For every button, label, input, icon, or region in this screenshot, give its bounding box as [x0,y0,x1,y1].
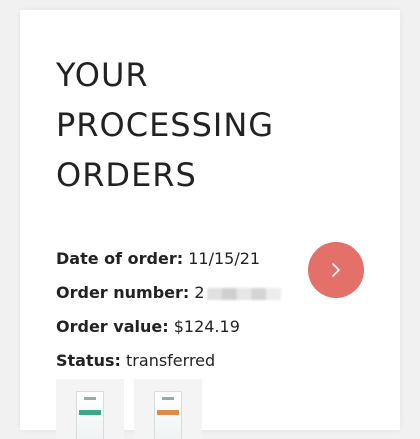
product-box-icon [76,391,104,439]
product-thumbnail-1[interactable] [56,379,124,439]
order-status-label: Status: [56,351,121,370]
order-number-label: Order number: [56,283,190,302]
order-date-label: Date of order: [56,249,184,268]
order-status-row: Status: transferred [56,344,281,378]
order-number-value: 2 [194,283,205,302]
chevron-right-icon [332,263,340,277]
order-value-amount: $124.19 [173,317,240,336]
orders-card: YOUR PROCESSING ORDERS Date of order: 11… [20,10,400,439]
title-line-2: PROCESSING [56,106,275,144]
order-date-value: 11/15/21 [188,249,261,268]
title-line-3: ORDERS [56,156,197,194]
redacted-order-number [206,287,281,300]
product-thumbnails [56,379,202,439]
page-title: YOUR PROCESSING ORDERS [56,50,356,200]
view-order-button[interactable] [308,242,364,298]
product-box-icon [154,391,182,439]
order-details: Date of order: 11/15/21 Order number: 2 … [56,242,281,378]
order-status-value: transferred [126,351,216,370]
product-thumbnail-2[interactable] [134,379,202,439]
order-value-row: Order value: $124.19 [56,310,281,344]
order-value-label: Order value: [56,317,169,336]
order-number-row: Order number: 2 [56,276,281,310]
order-date-row: Date of order: 11/15/21 [56,242,281,276]
title-line-1: YOUR [56,56,149,94]
